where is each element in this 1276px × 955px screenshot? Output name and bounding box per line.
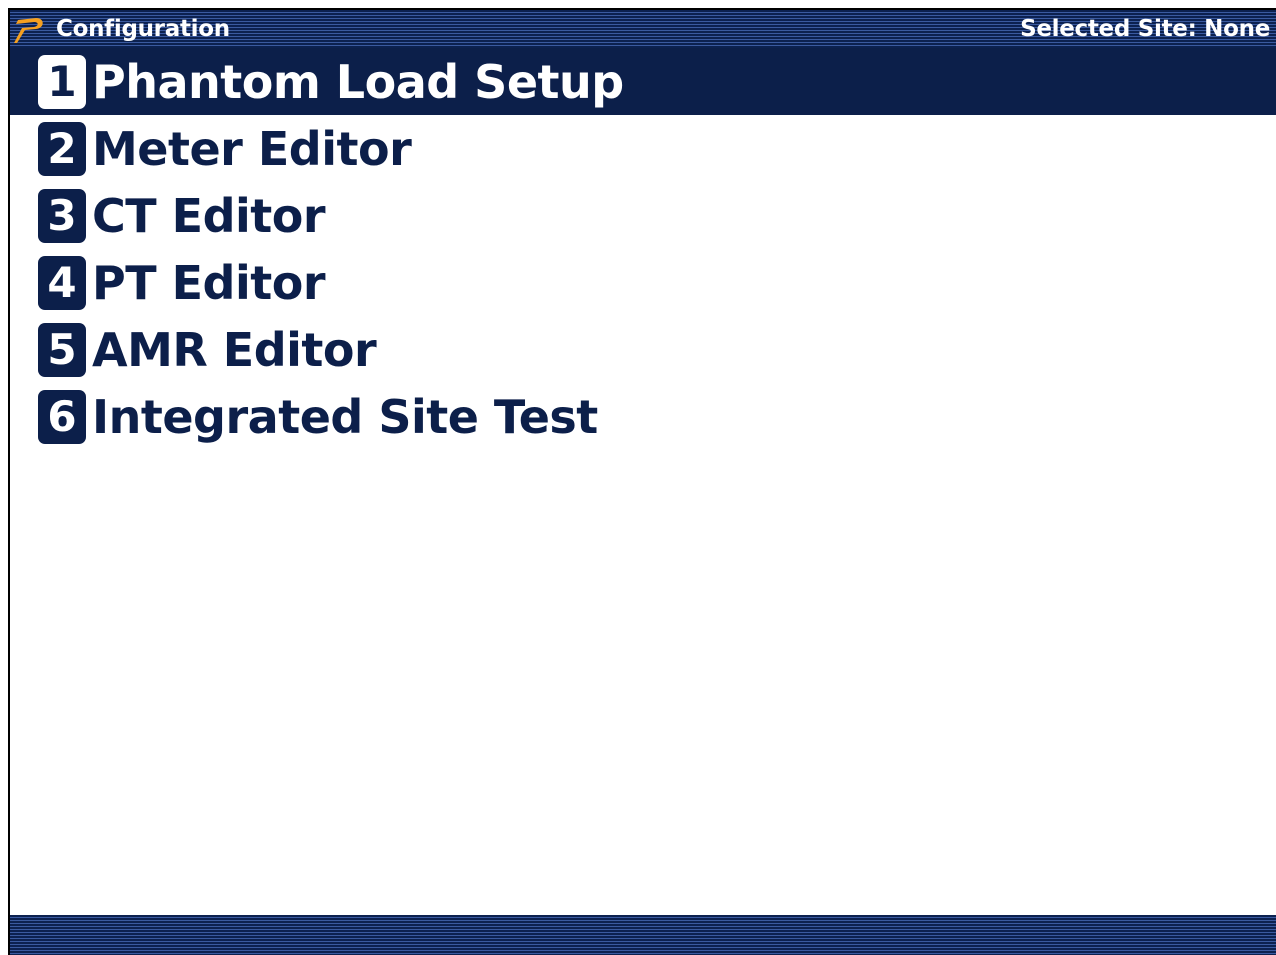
menu-item-label: AMR Editor: [92, 322, 377, 377]
menu-item-number: 1: [38, 54, 86, 109]
menu-item-pt-editor[interactable]: 4 PT Editor: [10, 249, 1276, 316]
menu-item-label: Integrated Site Test: [92, 389, 598, 444]
menu-item-label: PT Editor: [92, 255, 326, 310]
menu-item-number: 3: [38, 188, 86, 243]
configuration-screen: Configuration Selected Site: None 1 Phan…: [8, 8, 1276, 955]
menu-item-amr-editor[interactable]: 5 AMR Editor: [10, 316, 1276, 383]
menu-item-label: Meter Editor: [92, 121, 412, 176]
menu-item-integrated-site-test[interactable]: 6 Integrated Site Test: [10, 383, 1276, 450]
menu-item-number: 4: [38, 255, 86, 310]
screen-title: Configuration: [56, 16, 230, 42]
bottom-status-bar: [10, 915, 1276, 955]
menu-item-number: 6: [38, 389, 86, 444]
menu-item-number: 2: [38, 121, 86, 176]
menu-item-label: Phantom Load Setup: [92, 54, 624, 109]
menu-item-meter-editor[interactable]: 2 Meter Editor: [10, 115, 1276, 182]
menu-item-phantom-load-setup[interactable]: 1 Phantom Load Setup: [10, 48, 1276, 115]
menu-item-ct-editor[interactable]: 3 CT Editor: [10, 182, 1276, 249]
menu-item-number: 5: [38, 322, 86, 377]
title-bar: Configuration Selected Site: None: [10, 10, 1276, 48]
selected-site-status: Selected Site: None: [1020, 16, 1270, 42]
p-logo-icon: [14, 18, 43, 43]
menu-item-label: CT Editor: [92, 188, 326, 243]
configuration-menu: 1 Phantom Load Setup 2 Meter Editor 3 CT…: [10, 48, 1276, 450]
